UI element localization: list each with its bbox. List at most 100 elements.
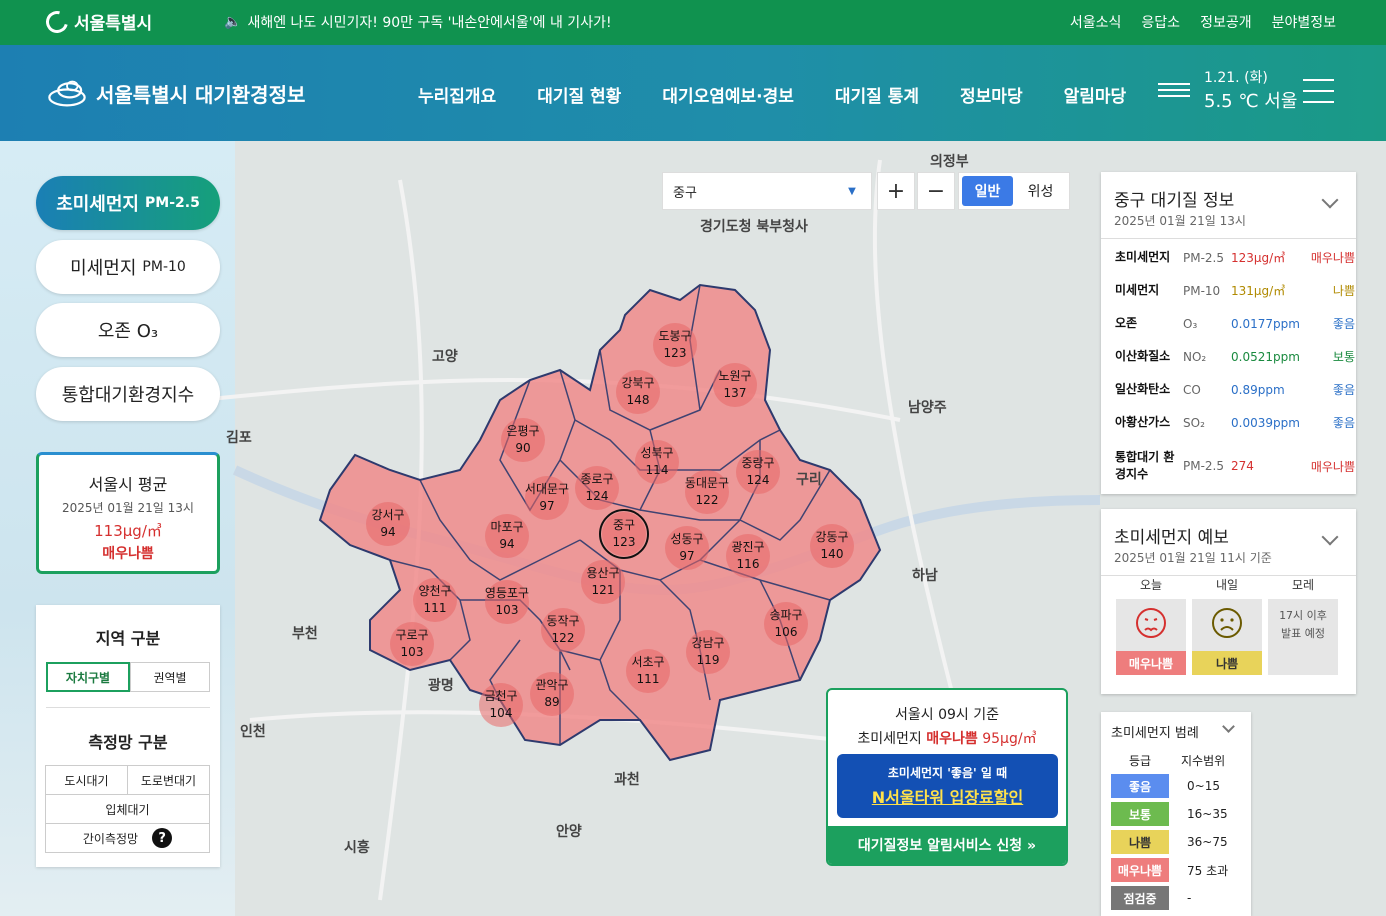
alert-service-button[interactable]: 대기질정보 알림서비스 신청 » bbox=[828, 826, 1066, 864]
info-row-name: 오존 bbox=[1115, 316, 1138, 330]
network-title: 측정망 구분 bbox=[88, 733, 168, 752]
legend-swatch: 점검중 bbox=[1111, 886, 1169, 910]
legend-swatch: 보통 bbox=[1111, 802, 1169, 826]
nav-forecast-alert[interactable]: 대기오염예보·경보 bbox=[662, 82, 794, 107]
forecast-dayafter: 모레 17시 이후 발표 예정 bbox=[1268, 576, 1338, 675]
weather-widget: 1.21. (화) 5.5 ℃ 서울 bbox=[1158, 67, 1297, 113]
info-row-grade: 좋음 bbox=[1332, 383, 1355, 397]
seoul-logo[interactable]: 서울특별시 bbox=[41, 6, 152, 37]
chevron-down-icon[interactable] bbox=[1222, 720, 1235, 733]
legend-range: - bbox=[1187, 891, 1192, 905]
ozone-label: 오존 O₃ bbox=[97, 321, 159, 342]
avg-grade: 매우나쁨 bbox=[102, 546, 154, 562]
nav-notice[interactable]: 알림마당 bbox=[1064, 82, 1127, 107]
site-logo-icon bbox=[48, 80, 86, 107]
cai-button[interactable]: 통합대기환경지수 bbox=[36, 367, 220, 421]
legend-swatch: 나쁨 bbox=[1111, 830, 1169, 854]
site-header: 서울특별시 대기환경정보 누리집개요 대기질 현황 대기오염예보·경보 대기질 … bbox=[0, 45, 1386, 141]
notice-banner[interactable]: 🔈 새해엔 나도 시민기자! 90만 구독 '내손안에서울'에 내 기사가! bbox=[224, 12, 612, 32]
network-urban[interactable]: 도시대기 bbox=[45, 765, 128, 795]
info-row-name: 이산화질소 bbox=[1115, 349, 1171, 363]
tower-discount-banner[interactable]: 초미세먼지 '좋음' 일 때 N서울타워 입장료할인 bbox=[837, 754, 1058, 818]
network-roadside[interactable]: 도로변대기 bbox=[127, 765, 210, 795]
legend-row: 좋음 0~15 bbox=[1111, 774, 1246, 798]
help-icon[interactable]: ? bbox=[152, 828, 173, 848]
forecast-dayafter-note: 17시 이후 발표 예정 bbox=[1279, 609, 1327, 640]
info-row-code: PM-10 bbox=[1183, 283, 1221, 298]
nav-info[interactable]: 정보마당 bbox=[960, 82, 1023, 107]
district-select[interactable]: 중구 ▼ bbox=[662, 172, 872, 210]
map-label-bucheon: 부천 bbox=[292, 626, 318, 642]
legend-row: 보통 16~35 bbox=[1111, 802, 1246, 826]
pm10-code: PM-10 bbox=[142, 259, 186, 275]
region-panel: 지역 구분 자치구별 권역별 측정망 구분 도시대기 도로변대기 입체대기 간이… bbox=[36, 605, 220, 867]
pm25-button[interactable]: 초미세먼지 PM-2.5 bbox=[36, 176, 220, 230]
info-row-code: O₃ bbox=[1183, 316, 1198, 331]
info-row-name: 초미세먼지 bbox=[1115, 250, 1171, 264]
region-option-district[interactable]: 자치구별 bbox=[46, 662, 130, 692]
forecast-today-box: 매우나쁨 bbox=[1116, 599, 1186, 675]
pm25-label: 초미세먼지 bbox=[56, 194, 139, 215]
map-mode-toggle: 일반 위성 bbox=[958, 172, 1070, 210]
promo-line2: 초미세먼지 매우나쁨 95μg/㎥ bbox=[828, 728, 1066, 748]
avg-time: 2025년 01월 21일 13시 bbox=[62, 501, 194, 515]
ozone-button[interactable]: 오존 O₃ bbox=[36, 303, 220, 357]
menu-icon[interactable] bbox=[1303, 79, 1334, 103]
forecast-tomorrow: 내일 나쁨 bbox=[1192, 576, 1262, 675]
region-divider bbox=[46, 707, 210, 708]
map-mode-normal[interactable]: 일반 bbox=[962, 176, 1013, 206]
nav-overview[interactable]: 누리집개요 bbox=[418, 82, 496, 107]
info-time: 2025년 01월 21일 13시 bbox=[1114, 214, 1246, 228]
forecast-today: 오늘 매우나쁨 bbox=[1116, 576, 1186, 675]
info-row-value: 0.0177ppm bbox=[1231, 316, 1300, 331]
region-option-zone[interactable]: 권역별 bbox=[130, 662, 210, 692]
info-row-grade: 매우나쁨 bbox=[1310, 251, 1355, 265]
legend-range: 36~75 bbox=[1187, 835, 1228, 849]
seoul-average-box: 서울시 평균 2025년 01월 21일 13시 113μg/㎥ 매우나쁨 bbox=[36, 452, 220, 574]
map-label-namyangju: 남양주 bbox=[908, 400, 947, 416]
zoom-out-button[interactable]: − bbox=[917, 172, 955, 210]
chevron-down-icon[interactable] bbox=[1321, 191, 1339, 209]
nav-air-status[interactable]: 대기질 현황 bbox=[537, 82, 621, 107]
pm25-code: PM-2.5 bbox=[145, 195, 200, 211]
district-select-value: 중구 bbox=[673, 185, 697, 201]
info-row-value: 123μg/㎥ bbox=[1231, 251, 1286, 265]
bad-face-icon bbox=[1212, 608, 1242, 638]
link-eungdapso[interactable]: 응답소 bbox=[1141, 12, 1180, 32]
map-label-hanam: 하남 bbox=[912, 568, 938, 584]
forecast-today-label: 오늘 bbox=[1139, 578, 1163, 592]
map-label-siheung: 시흥 bbox=[344, 840, 370, 856]
network-grid: 도시대기 도로변대기 입체대기 간이측정망 ? bbox=[45, 765, 210, 853]
tower-discount-link[interactable]: N서울타워 입장료할인 bbox=[837, 784, 1058, 808]
zoom-in-button[interactable]: + bbox=[877, 172, 915, 210]
main-nav: 누리집개요 대기질 현황 대기오염예보·경보 대기질 통계 정보마당 알림마당 bbox=[418, 82, 1126, 107]
notice-text: 새해엔 나도 시민기자! 90만 구독 '내손안에서울'에 내 기사가! bbox=[247, 15, 612, 31]
legend-range: 75 초과 bbox=[1187, 863, 1229, 878]
link-seoul-news[interactable]: 서울소식 bbox=[1070, 12, 1122, 32]
forecast-tomorrow-grade: 나쁨 bbox=[1192, 651, 1262, 675]
site-title-link[interactable]: 서울특별시 대기환경정보 bbox=[46, 78, 305, 108]
chevron-down-icon: ▼ bbox=[848, 185, 856, 197]
top-links: 서울소식 응답소 정보공개 분야별정보 bbox=[1070, 12, 1336, 32]
info-row: 미세먼지 PM-10 131μg/㎥ 나쁨 bbox=[1115, 282, 1355, 299]
legend-title: 초미세먼지 범례 bbox=[1111, 726, 1199, 741]
info-row-code: PM-2.5 bbox=[1183, 250, 1225, 265]
site-title: 서울특별시 대기환경정보 bbox=[96, 82, 306, 107]
info-row-value: 0.89ppm bbox=[1231, 382, 1285, 397]
info-row-name: 통합대기 환경지수 bbox=[1115, 450, 1175, 481]
weather-temp: 5.5 ℃ 서울 bbox=[1204, 91, 1298, 112]
info-row-grade: 보통 bbox=[1332, 350, 1355, 364]
pm10-button[interactable]: 미세먼지 PM-10 bbox=[36, 240, 220, 294]
network-3d[interactable]: 입체대기 bbox=[45, 794, 210, 824]
region-title: 지역 구분 bbox=[95, 629, 161, 648]
map-mode-satellite[interactable]: 위성 bbox=[1015, 176, 1066, 206]
tower-discount-line1: 초미세먼지 '좋음' 일 때 bbox=[887, 766, 1008, 780]
link-info-disclosure[interactable]: 정보공개 bbox=[1200, 12, 1252, 32]
network-simple[interactable]: 간이측정망 ? bbox=[45, 823, 210, 853]
info-row-grade: 나쁨 bbox=[1332, 284, 1355, 298]
info-row-code: NO₂ bbox=[1183, 349, 1207, 364]
info-divider bbox=[1101, 238, 1356, 239]
nav-air-stats[interactable]: 대기질 통계 bbox=[835, 82, 919, 107]
chevron-down-icon[interactable] bbox=[1321, 528, 1339, 546]
link-field-info[interactable]: 분야별정보 bbox=[1272, 12, 1336, 32]
